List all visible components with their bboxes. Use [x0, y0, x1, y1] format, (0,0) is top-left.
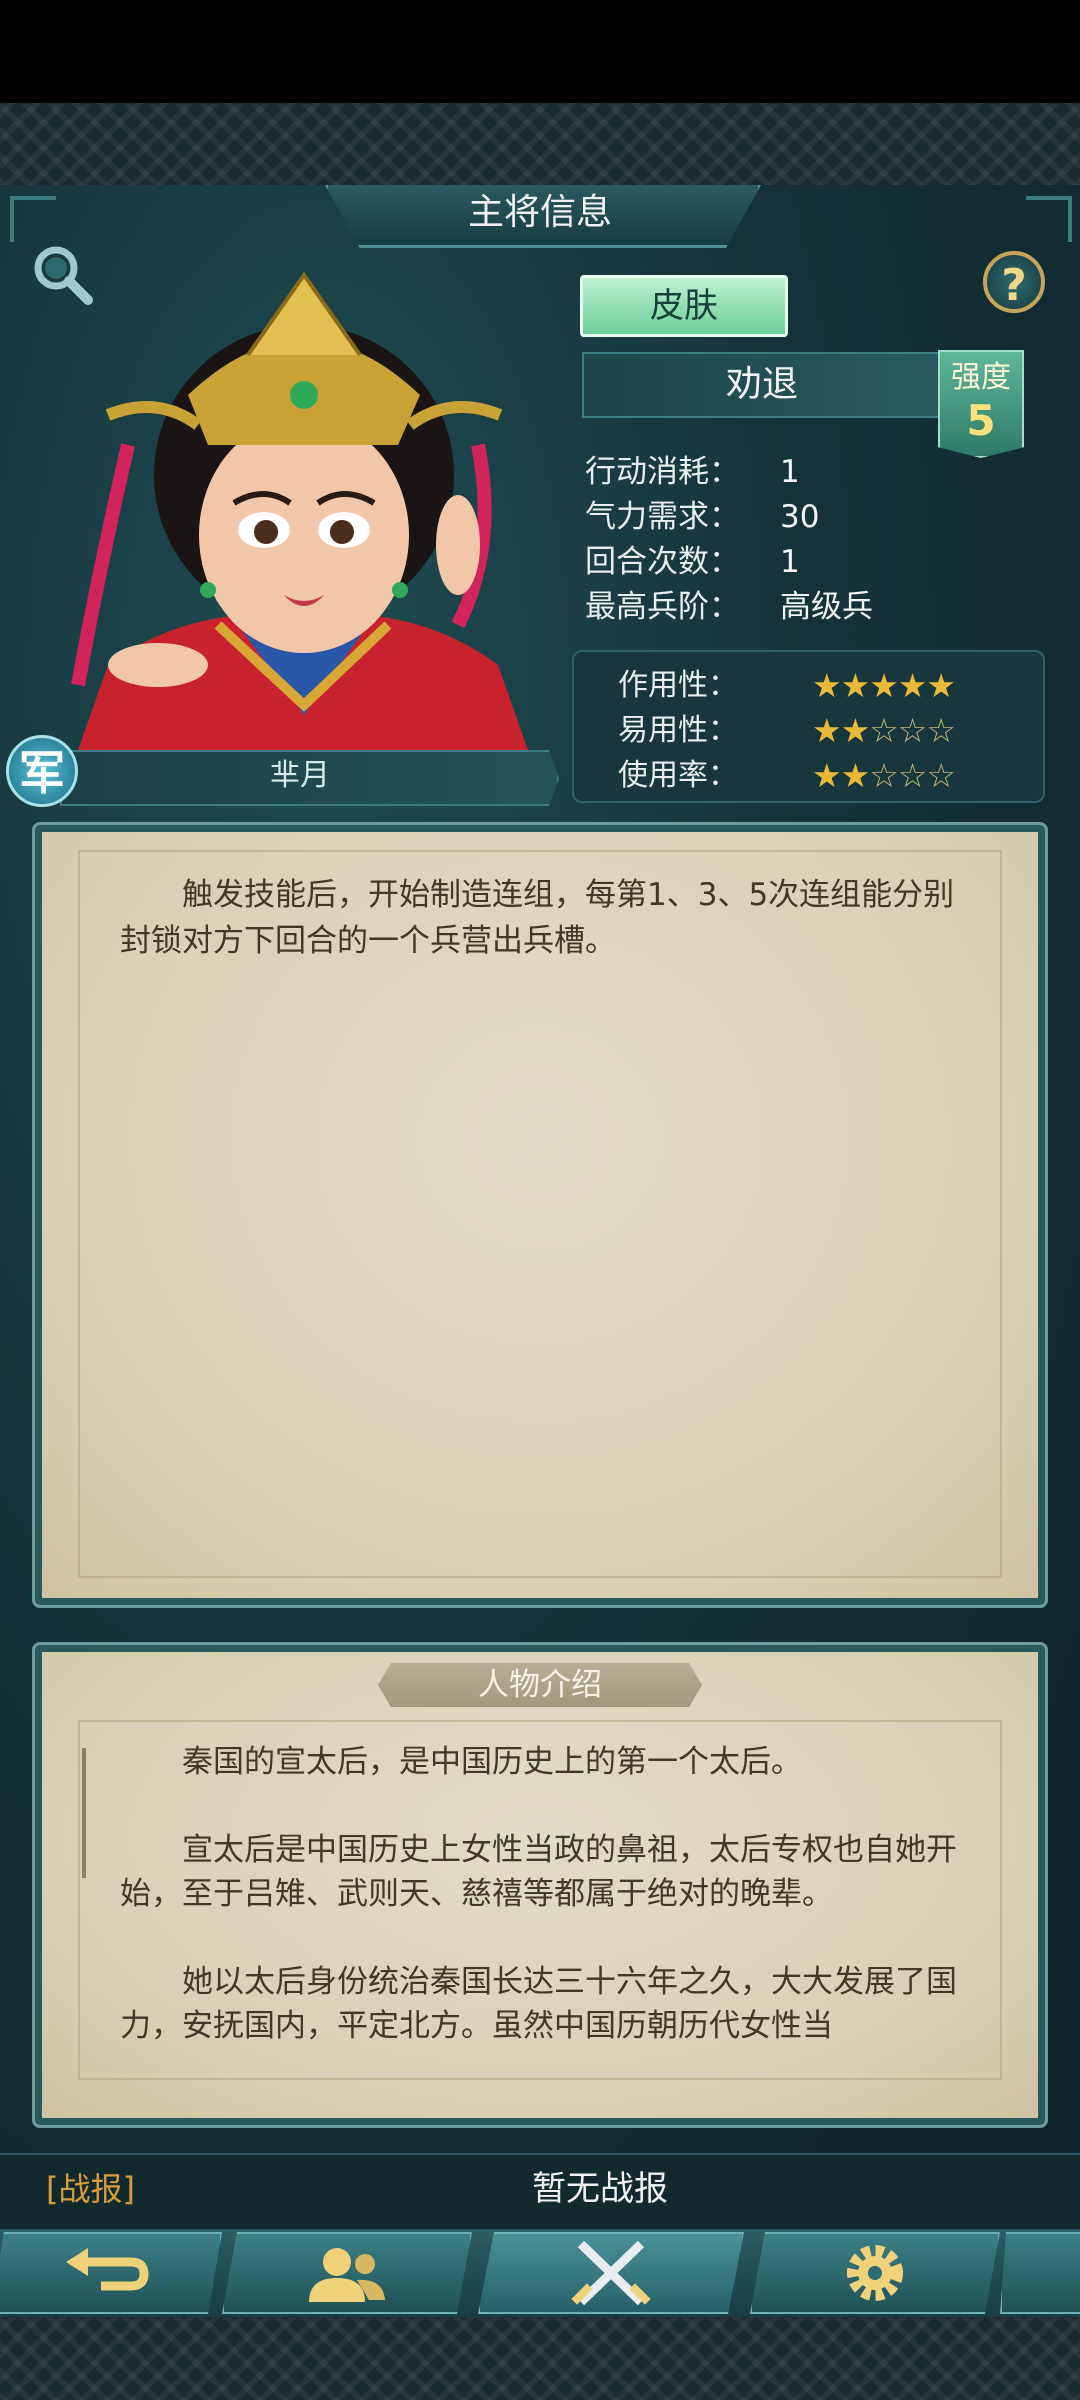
star-empty-icon: ☆: [926, 711, 956, 750]
stat-value-max-troop-tier: 高级兵: [780, 589, 873, 625]
star-empty-icon: ☆: [926, 756, 956, 795]
rating-stars-effectiveness: ★★★★★: [812, 664, 1022, 708]
nav-settings-button[interactable]: [750, 2232, 1000, 2314]
stat-label-round-count: 回合次数：: [585, 544, 740, 580]
star-filled-icon: ★: [812, 711, 842, 750]
gear-icon: [847, 2245, 903, 2301]
stat-label-max-troop-tier: 最高兵阶：: [585, 589, 740, 625]
stat-label-action-cost: 行动消耗：: [585, 454, 740, 490]
decorative-top-band: [0, 103, 1080, 185]
skill-name: 劝退: [725, 364, 798, 405]
rating-label-effectiveness: 作用性：: [618, 668, 738, 703]
decorative-bottom-band: [0, 2317, 1080, 2400]
nav-decorative-end: [1000, 2232, 1080, 2314]
question-icon: ?: [1001, 260, 1027, 311]
status-bar: [0, 0, 1080, 103]
strength-label: 强度: [951, 360, 1011, 395]
star-filled-icon: ★: [840, 666, 871, 705]
nav-battle-button[interactable]: [478, 2232, 744, 2314]
crossed-swords-icon: [571, 2240, 651, 2306]
star-empty-icon: ☆: [897, 756, 928, 795]
bio-text: 秦国的宣太后，是中国历史上的第一个太后。 宣太后是中国历史上女性当政的鼻祖，太后…: [120, 1744, 957, 2040]
bio-scrollbar[interactable]: [82, 1748, 86, 1878]
rating-stars-usage-rate: ★★☆☆☆: [812, 754, 1022, 798]
back-icon: [66, 2248, 149, 2291]
corner-ornament-left: [10, 196, 56, 242]
star-filled-icon: ★: [869, 666, 899, 705]
nav-back-button[interactable]: [0, 2232, 222, 2314]
star-filled-icon: ★: [897, 666, 928, 705]
star-empty-icon: ☆: [869, 711, 899, 750]
people-icon: [309, 2248, 385, 2302]
stat-value-round-count: 1: [780, 544, 800, 580]
battle-report-tab[interactable]: [战报]: [46, 2165, 135, 2213]
star-empty-icon: ☆: [897, 711, 928, 750]
star-filled-icon: ★: [812, 756, 842, 795]
stat-value-energy-requirement: 30: [780, 499, 820, 535]
skin-button[interactable]: 皮肤: [580, 275, 788, 337]
faction-badge: 军: [6, 735, 78, 807]
strength-badge: 强度 5: [938, 350, 1024, 458]
stat-value-action-cost: 1: [780, 454, 800, 490]
star-filled-icon: ★: [840, 711, 871, 750]
skill-description: 触发技能后，开始制造连组，每第1、3、5次连组能分别封锁对方下回合的一个兵营出兵…: [120, 877, 955, 959]
corner-ornament-right: [1026, 196, 1072, 242]
rating-label-ease-of-use: 易用性：: [618, 713, 738, 748]
hero-name: 芈月: [270, 758, 330, 793]
help-button[interactable]: ?: [983, 251, 1045, 313]
rating-label-usage-rate: 使用率：: [618, 758, 738, 793]
star-filled-icon: ★: [926, 666, 956, 705]
stat-label-energy-requirement: 气力需求：: [585, 499, 740, 535]
star-empty-icon: ☆: [869, 756, 899, 795]
rating-stars-ease-of-use: ★★☆☆☆: [812, 709, 1022, 753]
nav-heroes-button[interactable]: [222, 2232, 472, 2314]
page-title: 主将信息: [467, 192, 612, 233]
star-filled-icon: ★: [840, 756, 871, 795]
bio-heading: 人物介绍: [478, 1667, 602, 1703]
battle-report-status: 暂无战报: [532, 2169, 668, 2209]
strength-value: 5: [966, 396, 996, 445]
star-filled-icon: ★: [812, 666, 842, 705]
hero-portrait: [68, 245, 540, 750]
